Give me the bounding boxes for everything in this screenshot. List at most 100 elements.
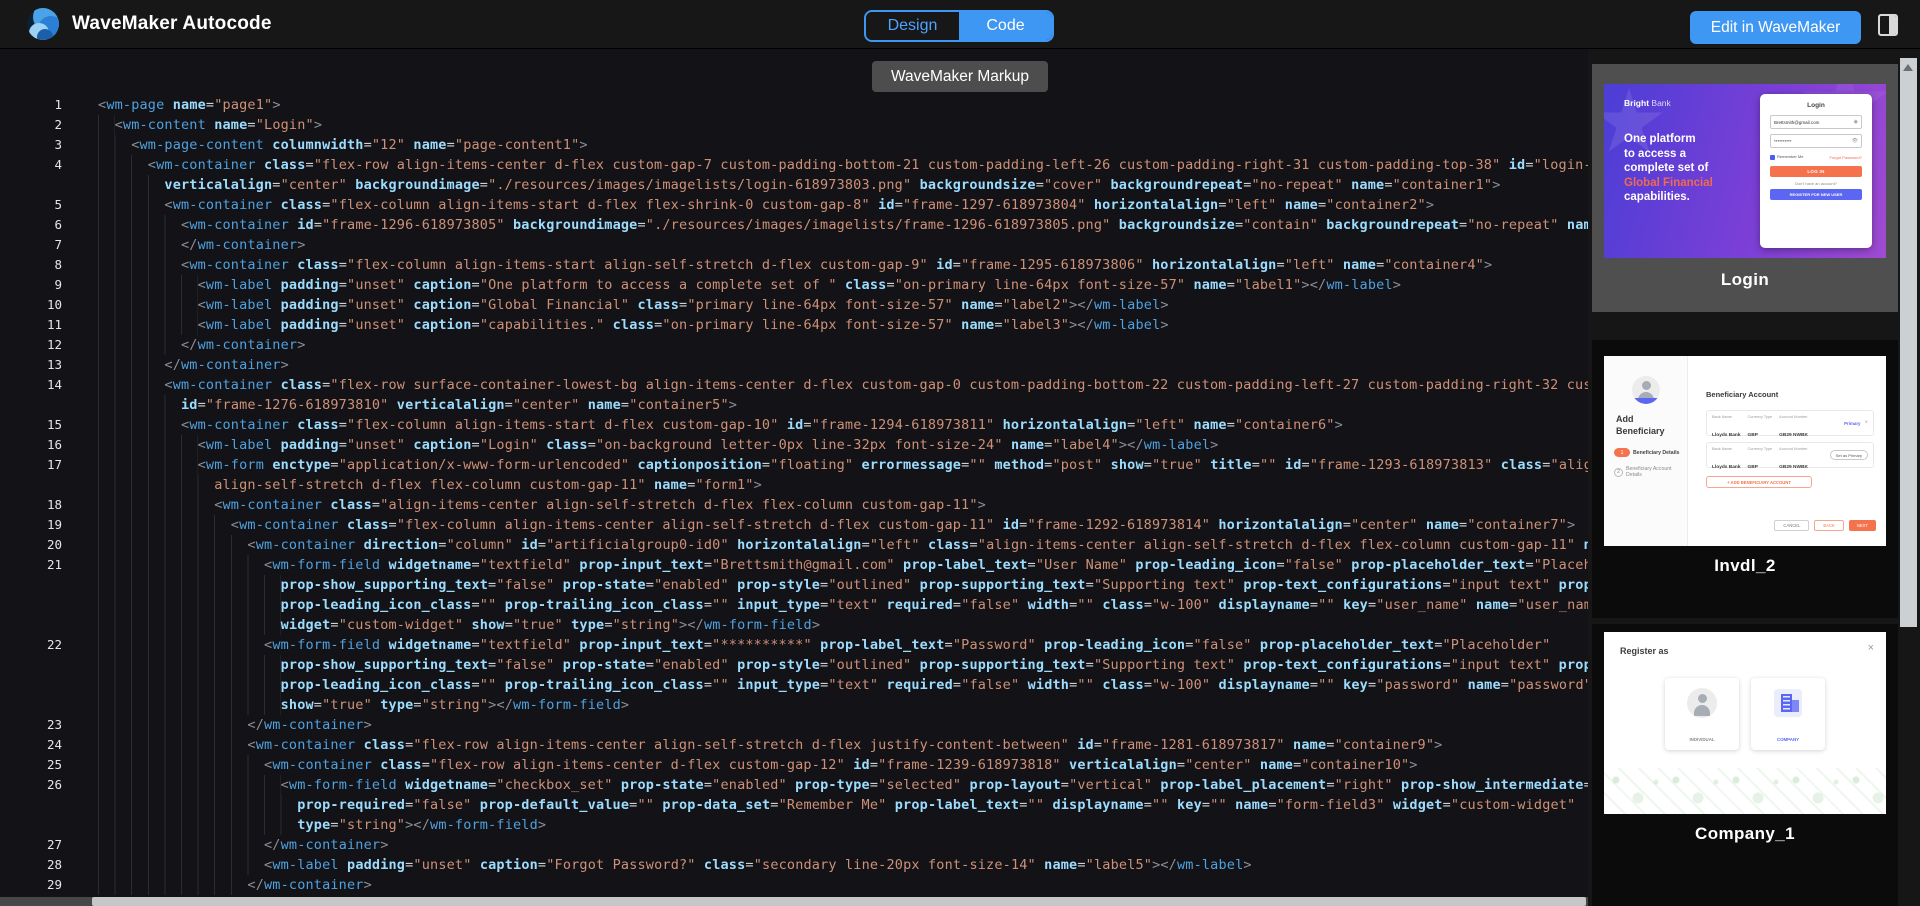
- code-row[interactable]: 19<wm-container class="flex-column align…: [0, 515, 1588, 535]
- line-number: 4: [0, 155, 62, 175]
- code-row[interactable]: 16<wm-label padding="unset" caption="Log…: [0, 435, 1588, 455]
- scroll-up-arrow-icon[interactable]: [1903, 64, 1913, 71]
- design-code-toggle: Design Code: [864, 10, 1054, 42]
- code-row[interactable]: 29</wm-container>: [0, 875, 1588, 895]
- company1-page-thumbnail[interactable]: Register as × INDIVIDUAL COMPANY: [1604, 632, 1886, 814]
- pages-panel: Bright Bank One platform to access a com…: [1588, 48, 1920, 906]
- code-editor[interactable]: 1<wm-page name="page1">2<wm-content name…: [0, 48, 1588, 906]
- line-number: 17: [0, 455, 62, 475]
- primary-link: Primary: [1844, 421, 1860, 426]
- line-number: 11: [0, 315, 62, 335]
- code-row[interactable]: widget="custom-widget" show="true" type=…: [0, 615, 1588, 635]
- page-card-invdl2[interactable]: Add Beneficiary 1 Beneficiary Details 2 …: [1592, 340, 1898, 618]
- code-row[interactable]: 21<wm-form-field widgetname="textfield" …: [0, 555, 1588, 575]
- code-row[interactable]: 17<wm-form enctype="application/x-www-fo…: [0, 455, 1588, 475]
- code-text: prop-show_supporting_text="false" prop-s…: [98, 655, 1588, 675]
- code-row[interactable]: 6<wm-container id="frame-1296-618973805"…: [0, 215, 1588, 235]
- code-text: <wm-container class="flex-row surface-co…: [98, 375, 1588, 395]
- code-text: </wm-container>: [98, 715, 372, 735]
- code-row[interactable]: prop-leading_icon_class="" prop-trailing…: [0, 595, 1588, 615]
- individual-option-card: INDIVIDUAL: [1665, 678, 1739, 750]
- line-number: 8: [0, 255, 62, 275]
- remember-row: Remember Me Forgot Password?: [1770, 153, 1862, 161]
- code-row[interactable]: 8<wm-container class="flex-column align-…: [0, 255, 1588, 275]
- page-card-company1[interactable]: Register as × INDIVIDUAL COMPANY Company…: [1592, 624, 1898, 906]
- edit-in-wavemaker-button[interactable]: Edit in WaveMaker: [1690, 11, 1861, 44]
- code-text: <wm-container class="flex-row align-item…: [98, 755, 1418, 775]
- code-row[interactable]: 3<wm-page-content columnwidth="12" name=…: [0, 135, 1588, 155]
- code-row[interactable]: 7</wm-container>: [0, 235, 1588, 255]
- code-row[interactable]: 1<wm-page name="page1">: [0, 95, 1588, 115]
- page-label-login[interactable]: Login: [1592, 270, 1898, 290]
- line-number: 24: [0, 735, 62, 755]
- code-row[interactable]: 23</wm-container>: [0, 715, 1588, 735]
- beneficiary-row: Bank NameLloyds Bank Currency TypeGBP Ac…: [1706, 410, 1874, 436]
- code-row[interactable]: 2<wm-content name="Login">: [0, 115, 1588, 135]
- code-row[interactable]: 28 <wm-label padding="unset" caption="For…: [0, 855, 1588, 875]
- line-number: 6: [0, 215, 62, 235]
- login-form-card: Login Brettsmith@gmail.com◉ **********👁 …: [1760, 94, 1872, 248]
- page-label-company1[interactable]: Company_1: [1592, 824, 1898, 844]
- code-row[interactable]: verticalalign="center" backgroundimage="…: [0, 175, 1588, 195]
- code-row[interactable]: 24<wm-container class="flex-row align-it…: [0, 735, 1588, 755]
- code-row[interactable]: 27</wm-container>: [0, 835, 1588, 855]
- code-row[interactable]: type="string"></wm-form-field>: [0, 815, 1588, 835]
- pages-scrollbar[interactable]: [1900, 58, 1917, 627]
- code-text: prop-leading_icon_class="" prop-trailing…: [98, 675, 1588, 695]
- code-row[interactable]: 5<wm-container class="flex-column align-…: [0, 195, 1588, 215]
- line-number: 26: [0, 775, 62, 795]
- page-card-login[interactable]: Bright Bank One platform to access a com…: [1592, 64, 1898, 312]
- horizontal-scrollbar-track[interactable]: [0, 897, 1588, 906]
- page-label-invdl2[interactable]: Invdl_2: [1592, 556, 1898, 576]
- line-number: [0, 655, 62, 675]
- code-rows: 1<wm-page name="page1">2<wm-content name…: [0, 48, 1588, 895]
- line-number: 22: [0, 635, 62, 655]
- code-row[interactable]: 10<wm-label padding="unset" caption="Glo…: [0, 295, 1588, 315]
- code-row[interactable]: prop-show_supporting_text="false" prop-s…: [0, 575, 1588, 595]
- code-row[interactable]: 12</wm-container>: [0, 335, 1588, 355]
- code-text: verticalalign="center" backgroundimage="…: [98, 175, 1501, 195]
- code-row[interactable]: 11<wm-label padding="unset" caption="cap…: [0, 315, 1588, 335]
- line-number: 28: [0, 855, 62, 875]
- code-text: <wm-label padding="unset" caption="Forgo…: [98, 855, 1252, 875]
- top-bar: WaveMaker Autocode Design Code Edit in W…: [0, 0, 1920, 49]
- code-row[interactable]: 20<wm-container direction="column" id="a…: [0, 535, 1588, 555]
- design-tab[interactable]: Design: [866, 12, 959, 40]
- code-row[interactable]: 15<wm-container class="flex-column align…: [0, 415, 1588, 435]
- invdl2-page-thumbnail[interactable]: Add Beneficiary 1 Beneficiary Details 2 …: [1604, 356, 1886, 546]
- code-text: </wm-container>: [98, 235, 306, 255]
- code-row[interactable]: id="frame-1276-618973810" verticalalign=…: [0, 395, 1588, 415]
- code-row[interactable]: prop-required="false" prop-default_value…: [0, 795, 1588, 815]
- horizontal-scrollbar-thumb[interactable]: [92, 897, 1586, 906]
- code-row[interactable]: 13</wm-container>: [0, 355, 1588, 375]
- code-text: <wm-page name="page1">: [98, 95, 281, 115]
- panel-toggle-icon[interactable]: [1878, 14, 1898, 36]
- close-icon: ×: [1868, 642, 1874, 654]
- back-button: BACK: [1814, 520, 1843, 531]
- code-row[interactable]: 4<wm-container class="flex-row align-ite…: [0, 155, 1588, 175]
- code-tab[interactable]: Code: [959, 12, 1052, 40]
- code-row[interactable]: prop-leading_icon_class="" prop-trailing…: [0, 675, 1588, 695]
- code-text: <wm-label padding="unset" caption="Globa…: [98, 295, 1169, 315]
- line-number: 13: [0, 355, 62, 375]
- code-row[interactable]: 25<wm-container class="flex-row align-it…: [0, 755, 1588, 775]
- line-number: [0, 175, 62, 195]
- line-number: 16: [0, 435, 62, 455]
- code-row[interactable]: 22<wm-form-field widgetname="textfield" …: [0, 635, 1588, 655]
- code-text: </wm-container>: [98, 335, 306, 355]
- code-text: <wm-container class="align-items-center …: [98, 495, 986, 515]
- line-number: 14: [0, 375, 62, 395]
- code-text: type="string"></wm-form-field>: [98, 815, 546, 835]
- code-row[interactable]: align-self-stretch d-flex flex-column cu…: [0, 475, 1588, 495]
- code-row[interactable]: 9<wm-label padding="unset" caption="One …: [0, 275, 1588, 295]
- line-number: [0, 595, 62, 615]
- code-row[interactable]: prop-show_supporting_text="false" prop-s…: [0, 655, 1588, 675]
- line-number: 15: [0, 415, 62, 435]
- login-page-thumbnail[interactable]: Bright Bank One platform to access a com…: [1604, 84, 1886, 258]
- code-row[interactable]: show="true" type="string"></wm-form-fiel…: [0, 695, 1588, 715]
- code-row[interactable]: 14 <wm-container class="flex-row surface-…: [0, 375, 1588, 395]
- building-icon: [1774, 689, 1802, 717]
- code-row[interactable]: 26<wm-form-field widgetname="checkbox_se…: [0, 775, 1588, 795]
- line-number: 29: [0, 875, 62, 895]
- code-row[interactable]: 18<wm-container class="align-items-cente…: [0, 495, 1588, 515]
